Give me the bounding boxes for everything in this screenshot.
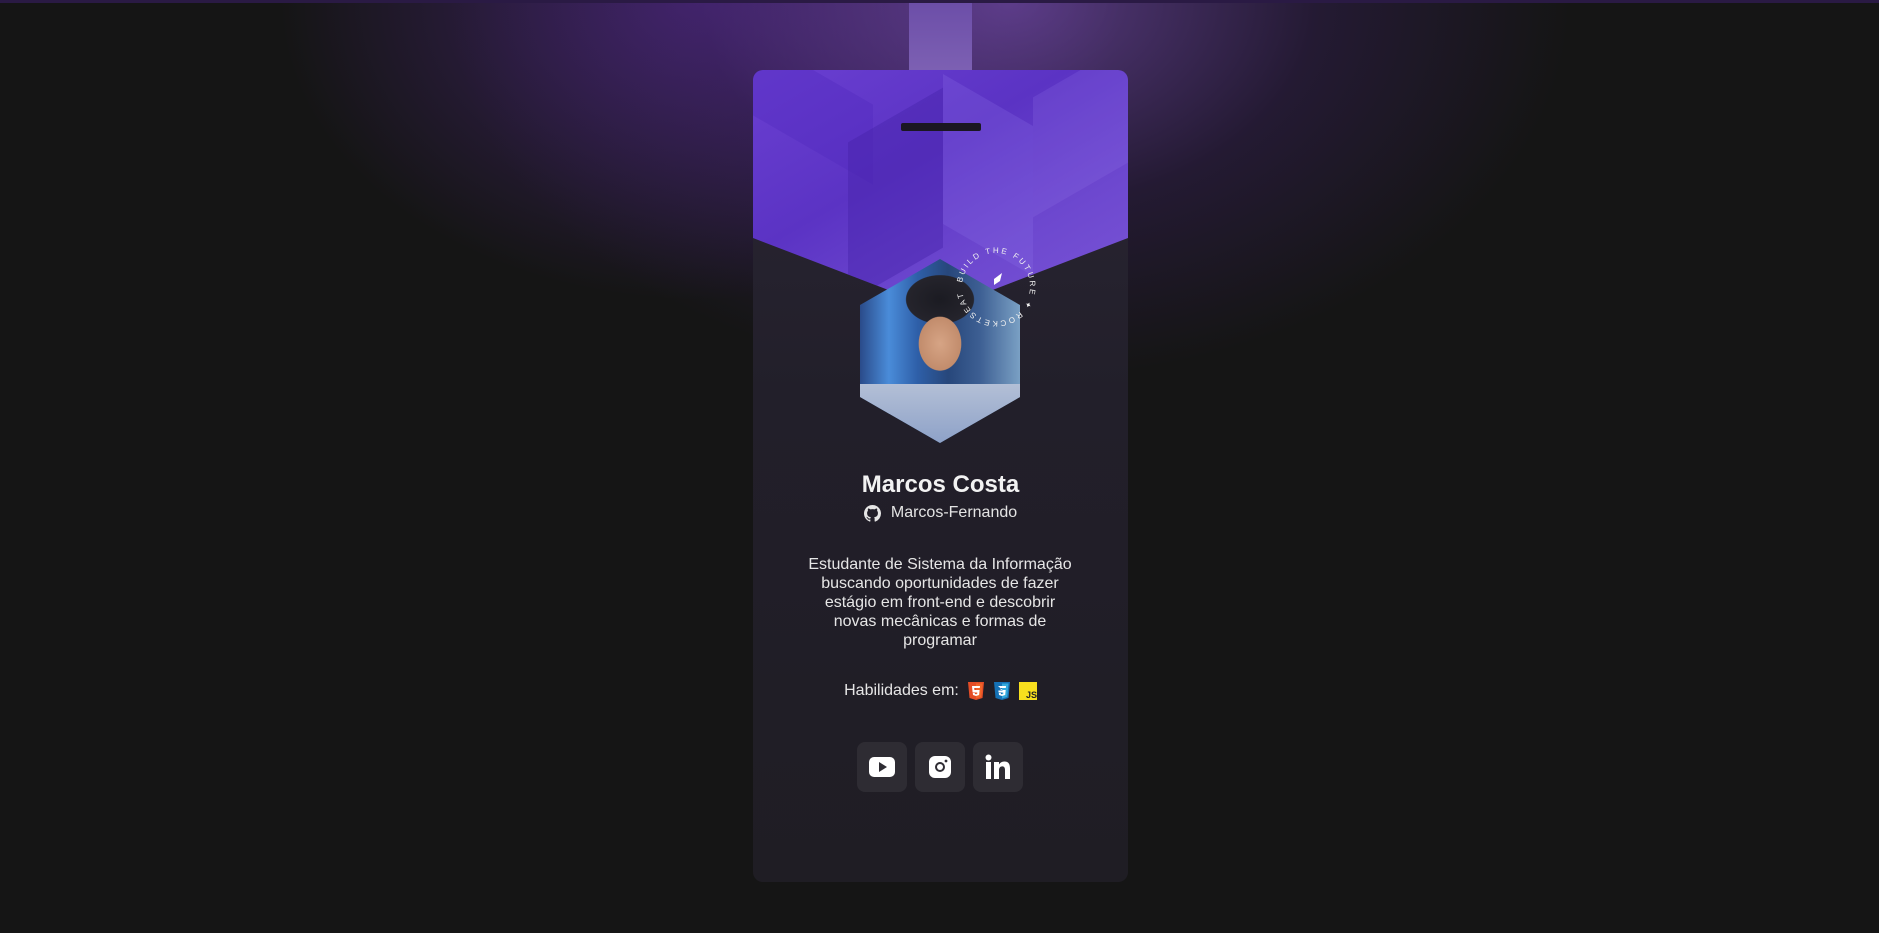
profile-bio: Estudante de Sistema da Informação busca… xyxy=(808,556,1072,649)
svg-text:JS: JS xyxy=(1026,690,1037,700)
skills-row: Habilidades em: JS xyxy=(753,681,1128,701)
linkedin-button[interactable] xyxy=(973,742,1023,792)
linkedin-icon xyxy=(985,754,1010,779)
badge-ring-text: BUILD THE FUTURE ✦ ROCKETSEAT xyxy=(955,246,1035,328)
javascript-icon: JS xyxy=(1018,682,1037,700)
youtube-button[interactable] xyxy=(857,742,907,792)
github-link[interactable]: Marcos-Fernando xyxy=(753,504,1128,522)
svg-text:BUILD THE FUTURE ✦ ROCKETSEAT: BUILD THE FUTURE ✦ ROCKETSEAT xyxy=(955,246,1037,328)
github-icon xyxy=(863,504,881,522)
css3-icon xyxy=(993,682,1010,700)
social-links xyxy=(857,742,1023,792)
html5-icon xyxy=(967,682,984,700)
youtube-icon xyxy=(869,757,895,777)
instagram-button[interactable] xyxy=(915,742,965,792)
lanyard-clip xyxy=(901,123,981,131)
instagram-icon xyxy=(929,756,951,778)
profile-name: Marcos Costa xyxy=(861,471,1020,498)
rocket-icon xyxy=(994,273,1002,285)
rocketseat-badge-icon: BUILD THE FUTURE ✦ ROCKETSEAT xyxy=(955,246,1037,328)
github-username: Marcos-Fernando xyxy=(890,504,1018,521)
skills-label: Habilidades em: xyxy=(844,682,959,699)
